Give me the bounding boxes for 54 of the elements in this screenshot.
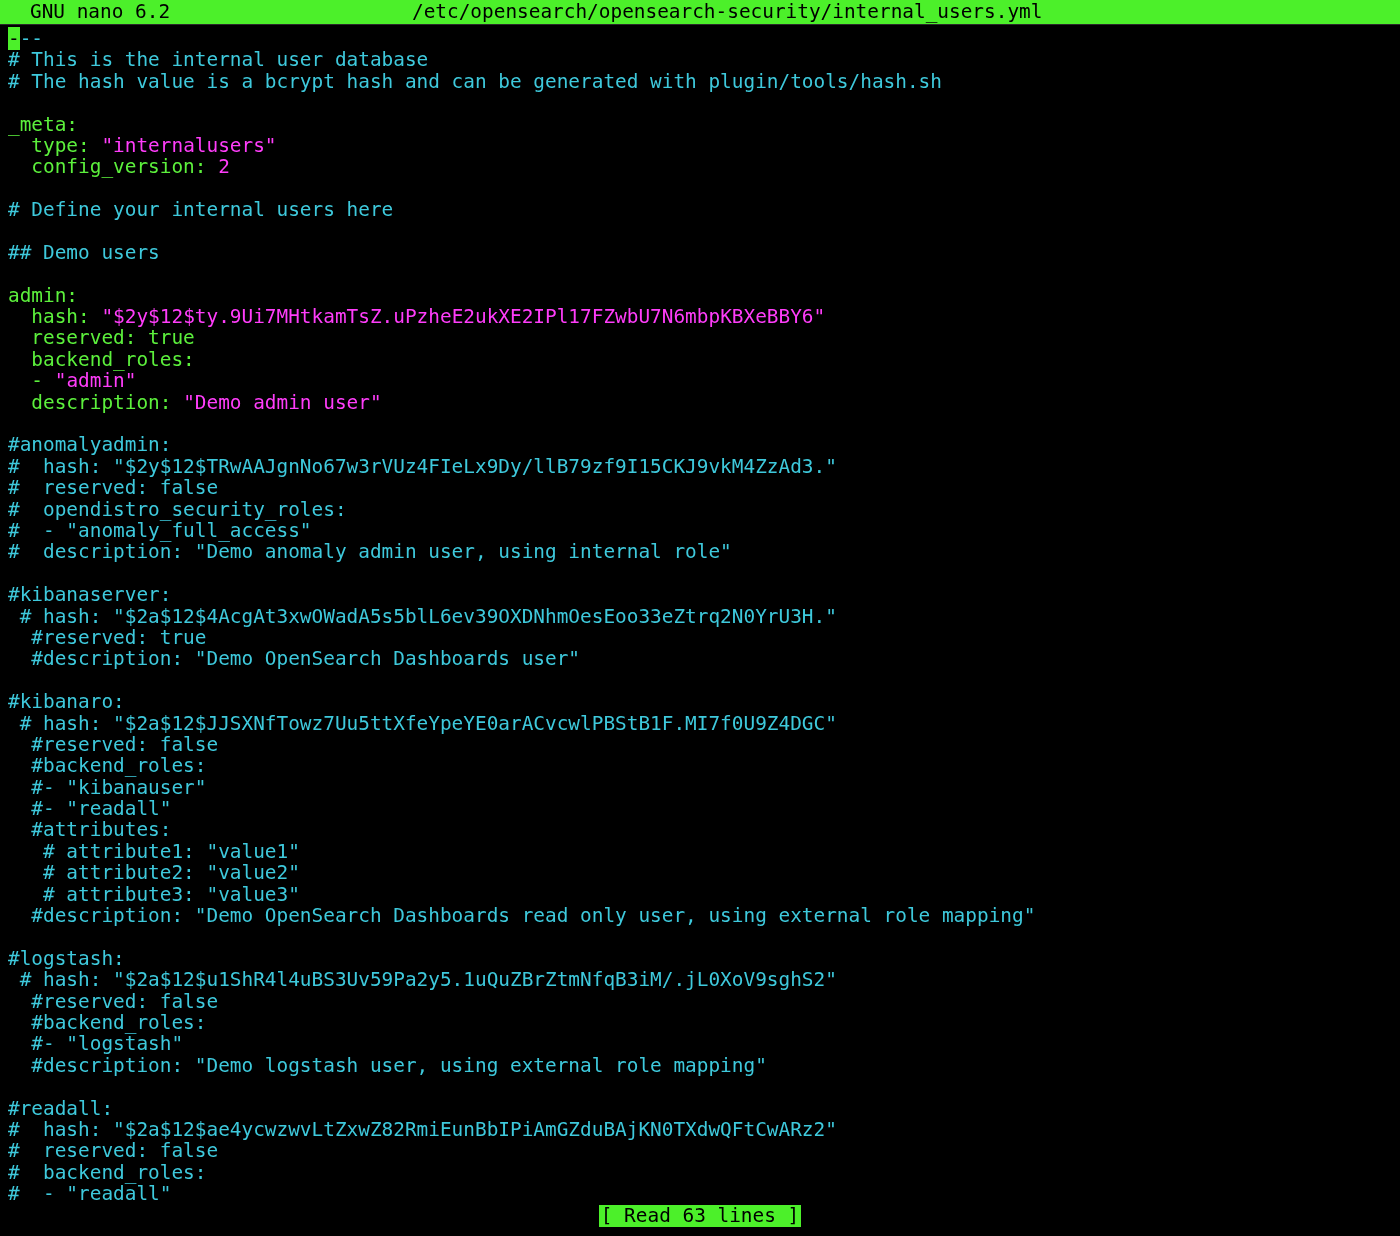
- comment-text: # backend_roles:: [8, 1160, 207, 1184]
- comment-text: # - "readall": [8, 1182, 172, 1206]
- yaml-key: admin:: [8, 283, 79, 307]
- string-value: "$2y$12$ty.9Ui7MHtkamTsZ.uPzheE2ukXE2IPl17FZwbU7N6mbpKBXeBBY6": [101, 305, 826, 329]
- text-cursor: -: [8, 27, 20, 50]
- comment-text: #logstash:: [8, 946, 125, 970]
- comment-text: #- "logstash": [30, 1032, 184, 1056]
- comment-text: ## Demo users: [8, 240, 160, 264]
- comment-text: #- "readall": [30, 797, 172, 821]
- comment-text: # attribute1: "value1": [42, 839, 300, 863]
- string-value: "Demo admin user": [183, 390, 382, 414]
- status-message: [ Read 63 lines ]: [598, 1205, 802, 1227]
- string-value: "admin": [54, 369, 137, 393]
- comment-text: #kibanaro:: [8, 690, 125, 714]
- comment-text: # hash: "$2a$12$ae4ycwzwvLtZxwZ82RmiEunBbIPiAmGZduBAjKN0TXdwQFtCwARz2": [8, 1117, 837, 1141]
- comment-text: #backend_roles:: [30, 1010, 207, 1034]
- yaml-key: _meta:: [8, 112, 79, 136]
- comment-text: #reserved: false: [30, 732, 219, 756]
- comment-text: #description: "Demo OpenSearch Dashboards read only user, using external role mapping": [30, 904, 1036, 927]
- comment-text: #description: "Demo logstash user, using external role mapping": [30, 1053, 767, 1077]
- comment-text: # Define your internal users here: [8, 198, 394, 222]
- comment-text: #reserved: false: [30, 989, 219, 1013]
- file-path: /etc/opensearch/opensearch-security/internal_users.yml: [412, 1, 1043, 23]
- comment-text: #description: "Demo OpenSearch Dashboards user": [30, 647, 581, 671]
- yaml-key: description:: [8, 390, 184, 414]
- comment-text: #backend_roles:: [30, 754, 207, 778]
- comment-text: # hash: "$2a$12$JJSXNfTowz7Uu5ttXfeYpeYE0arACvcwlPBStB1F.MI7f0U9Z4DGC": [18, 711, 837, 735]
- yaml-key: backend_roles:: [8, 347, 195, 371]
- comment-text: # The hash value is a bcrypt hash and can be generated with plugin/tools/hash.sh: [8, 69, 942, 93]
- comment-text: # hash: "$2a$12$u1ShR4l4uBS3Uv59Pa2y5.1uQuZBrZtmNfqB3iM/.jL0XoV9sghS2": [19, 968, 837, 992]
- comment-text: # reserved: false: [8, 476, 219, 500]
- comment-text: # attribute3: "value3": [42, 882, 300, 906]
- comment-text: #kibanaserver:: [8, 583, 172, 607]
- string-value: 2: [218, 155, 230, 179]
- app-version: GNU nano 6.2: [30, 1, 172, 23]
- comment-text: # This is the internal user database: [8, 48, 429, 72]
- yaml-key: type:: [8, 133, 102, 157]
- comment-text: #reserved: true: [30, 625, 207, 649]
- comment-text: #anomalyadmin:: [8, 433, 172, 457]
- yaml-key: config_version:: [8, 155, 219, 179]
- string-value: "internalusers": [101, 133, 277, 157]
- yaml-key: reserved: true: [8, 326, 195, 350]
- comment-text: # attribute2: "value2": [42, 861, 300, 885]
- comment-text: #readall:: [8, 1096, 114, 1120]
- comment-text: # reserved: false: [8, 1139, 219, 1163]
- comment-text: # hash: "$2a$12$4AcgAt3xwOWadA5s5blL6ev39OXDNhmOesEoo33eZtrq2N0YrU3H.": [18, 604, 837, 628]
- comment-text: # - "anomaly_full_access": [8, 519, 312, 542]
- comment-text: --: [19, 27, 44, 50]
- yaml-key: hash:: [8, 305, 102, 329]
- comment-text: # hash: "$2y$12$TRwAAJgnNo67w3rVUz4FIeLx9Dy/llB79zf9I15CKJ9vkM4ZzAd3.": [8, 454, 837, 478]
- yaml-key: -: [8, 369, 55, 393]
- comment-text: #attributes:: [30, 818, 172, 842]
- comment-text: #- "kibanauser": [30, 775, 207, 799]
- comment-text: # opendistro_security_roles:: [8, 497, 347, 521]
